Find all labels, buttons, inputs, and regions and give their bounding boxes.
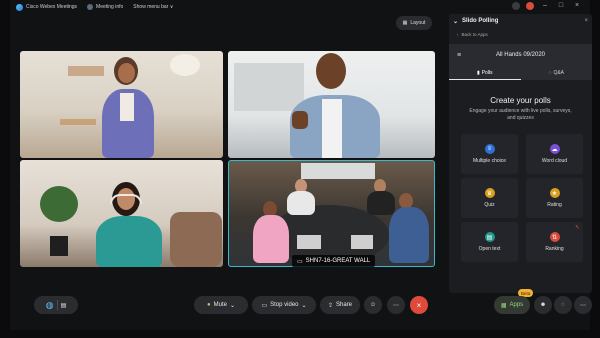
share-icon: ⇪ [327,302,333,309]
quiz-button[interactable]: ♛ Quiz [461,178,518,218]
panel-tabs: ▮ Polls ◌ Q&A [449,66,592,80]
participant-face [118,63,135,83]
tab-polls[interactable]: ▮ Polls [449,66,521,80]
cloud-icon: ☁ [549,144,560,154]
hamburger-menu-icon[interactable]: ≡ [457,52,465,59]
person-left-body [253,215,289,263]
device-icon: ▭ [297,258,303,265]
participant-panel-group: ◍ ▤ [34,296,78,314]
stop-video-button[interactable]: ▭ Stop video ⌄ [252,296,316,314]
panel-subtext: Engage your audience with live polls, su… [469,108,572,121]
video-tile-1[interactable] [20,51,223,158]
close-panel-button[interactable]: × [584,18,588,24]
video-tile-active[interactable] [228,160,435,267]
participant-shirt [120,93,134,121]
ranking-button[interactable]: ↖ ⇅ Ranking [526,222,583,262]
plant [40,186,78,222]
slido-panel: ⌄ Slido Polling × ‹ Back to Apps ≡ All H… [449,14,592,293]
layout-button[interactable]: ▦ Layout [396,16,432,30]
participant-shirt [322,99,342,158]
more-options-button[interactable]: ⋯ [387,296,405,314]
cursor-icon: ↖ [574,225,580,231]
screen [301,163,375,179]
poll-type-grid: ≡ Multiple choice ☁ Word cloud ♛ Quiz ★ … [461,134,583,262]
headphones [110,194,142,204]
apps-button[interactable]: ▦ Apps [494,296,530,314]
recording-icon [526,2,534,10]
apps-icon: ▦ [500,302,507,309]
trophy-icon: ♛ [484,188,495,198]
back-to-apps-link[interactable]: ‹ Back to Apps [449,28,592,40]
word-cloud-button[interactable]: ☁ Word cloud [526,134,583,174]
open-text-button[interactable]: ▤ Open text [461,222,518,262]
mute-button[interactable]: ● Mute ⌄ [194,296,248,314]
microphone-icon: ● [207,302,211,308]
layout-icon: ▦ [402,20,408,26]
collapse-icon[interactable]: ⌄ [453,18,458,25]
chair [170,212,222,267]
event-header: ≡ All Hands 09/2020 [449,44,592,66]
window-controls: – □ × [512,2,582,10]
bar-chart-icon: ▮ [476,69,480,76]
person-back-1-body [287,191,315,215]
wall-panel [234,63,304,111]
maximize-button[interactable]: □ [556,2,566,10]
title-bar: Cisco Webex Meetings Meeting info Show m… [10,0,590,14]
text-bubble-icon: ▤ [484,232,495,242]
chat-icon: ◌ [561,302,565,308]
share-button[interactable]: ⇪ Share [320,296,360,314]
tab-qa[interactable]: ◌ Q&A [521,66,593,80]
participant-face [316,53,346,89]
chat-bubble-icon: ◌ [548,70,552,76]
close-button[interactable]: × [572,2,582,10]
more-panels-button[interactable]: ⋯ [574,296,592,314]
panel-heading: Create your polls [490,96,551,105]
video-tile-3[interactable] [20,160,223,267]
reactions-button[interactable]: ☺ [364,296,382,314]
multiple-choice-button[interactable]: ≡ Multiple choice [461,134,518,174]
app-name: Cisco Webex Meetings [16,3,77,11]
laptop [297,235,321,249]
more-icon: ⋯ [580,302,586,309]
chevron-down-icon[interactable]: ⌄ [302,302,307,309]
desk [60,119,96,125]
panel-title: Slido Polling [462,18,499,24]
list-icon: ≡ [484,144,495,154]
webex-window: Cisco Webex Meetings Meeting info Show m… [10,0,592,330]
lamp-icon [170,54,200,76]
close-icon: × [416,300,422,310]
chevron-down-icon[interactable]: ⌄ [230,302,235,309]
panel-header: ⌄ Slido Polling × [449,14,592,28]
star-icon: ★ [549,188,560,198]
participants-button[interactable]: ☻ [534,296,552,314]
more-icon: ⋯ [393,302,399,309]
person-back-2-body [367,191,395,215]
info-icon [87,4,94,10]
ranking-icon: ⇅ [549,232,560,242]
minimize-button[interactable]: – [540,2,550,10]
arrow-left-icon: ‹ [457,31,459,37]
person-right-body [389,207,429,263]
laptop [351,235,373,249]
thumbs-up [292,111,308,129]
show-menu-bar-link[interactable]: Show menu bar ∨ [133,4,173,10]
event-name: All Hands 09/2020 [495,52,546,58]
smiley-icon: ☺ [369,302,377,308]
webex-assistant-icon[interactable]: ◍ [46,300,54,311]
shelf [68,66,104,76]
leave-meeting-button[interactable]: × [410,296,428,314]
plant-pot [50,236,68,256]
rating-button[interactable]: ★ Rating [526,178,583,218]
participant-name-tag: ▭ SHN7-16-GREAT WALL [292,255,376,267]
meeting-toolbar: ◍ ▤ ● Mute ⌄ ▭ Stop video ⌄ ⇪ Share ☺ ⋯ … [20,289,592,316]
participant-body [96,216,162,267]
captions-icon[interactable]: ▤ [61,302,67,309]
participants-icon: ☻ [539,302,547,308]
chat-button[interactable]: ◌ [554,296,572,314]
video-tile-2[interactable] [228,51,435,158]
status-icon [512,2,520,10]
webex-logo-icon [16,3,23,11]
video-camera-icon: ▭ [261,302,268,309]
meeting-info-link[interactable]: Meeting info [87,4,123,10]
